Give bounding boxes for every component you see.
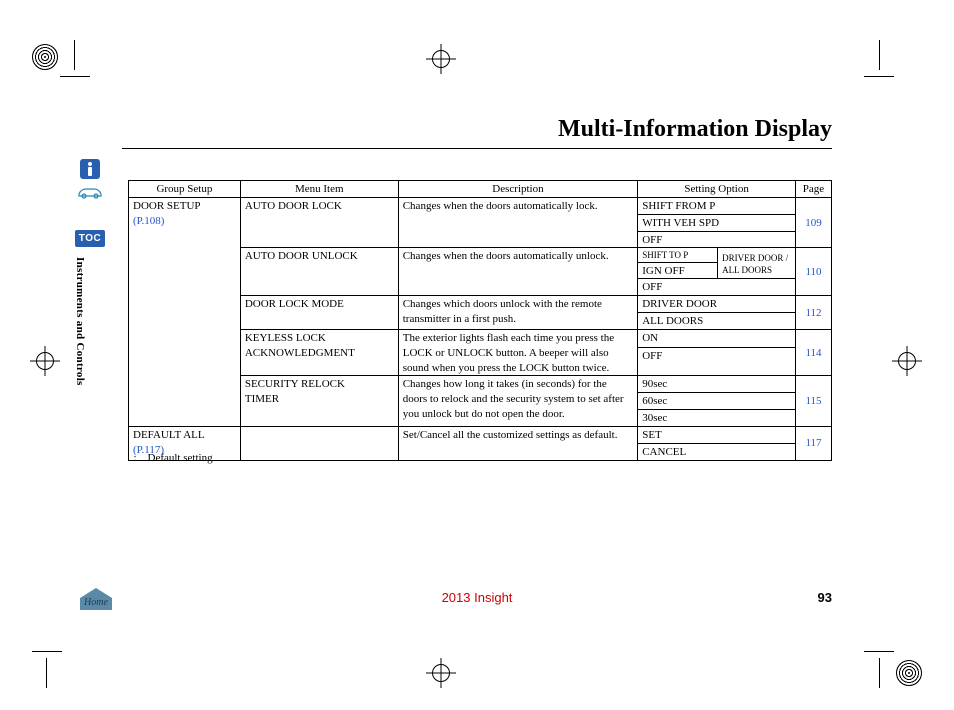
home-button[interactable]: Home — [76, 586, 116, 612]
opt: ON — [638, 329, 796, 348]
opt: DRIVER DOOR / ALL DOORS — [718, 248, 796, 279]
desc-security-relock: Changes how long it takes (in seconds) f… — [398, 376, 638, 427]
section-label: Instruments and Controls — [74, 257, 86, 397]
settings-table: Group Setup Menu Item Description Settin… — [128, 180, 832, 461]
item-keyless-ack: KEYLESS LOCK ACKNOWLEDGMENT — [240, 329, 398, 376]
col-page: Page — [795, 181, 831, 198]
opt: 30sec — [638, 410, 796, 427]
opt: SHIFT TO P — [638, 248, 718, 262]
registration-mark-icon — [896, 660, 922, 686]
item-auto-door-lock: AUTO DOOR LOCK — [240, 197, 398, 248]
opt: DRIVER DOOR — [638, 296, 796, 313]
item-security-relock: SECURITY RELOCK TIMER — [240, 376, 398, 427]
cross-mark-icon — [896, 350, 918, 372]
page-link-112[interactable]: 112 — [805, 307, 821, 319]
item-door-lock-mode: DOOR LOCK MODE — [240, 296, 398, 330]
crop-mark-icon — [60, 40, 100, 80]
opt: 60sec — [638, 393, 796, 410]
opt: CANCEL — [638, 443, 796, 460]
crop-mark-icon — [854, 648, 894, 688]
item-empty — [240, 426, 398, 460]
desc-door-lock-mode: Changes which doors unlock with the remo… — [398, 296, 638, 330]
desc-auto-door-lock: Changes when the doors automatically loc… — [398, 197, 638, 248]
car-icon[interactable] — [76, 184, 104, 200]
title-divider — [122, 148, 832, 149]
crop-mark-icon — [854, 40, 894, 80]
cross-mark-icon — [430, 662, 452, 684]
opt: SHIFT FROM P — [638, 197, 796, 214]
footer-model: 2013 Insight — [0, 590, 954, 605]
svg-text:Home: Home — [83, 597, 108, 608]
opt: IGN OFF — [638, 262, 718, 279]
page-title: Multi-Information Display — [558, 116, 832, 143]
page-link-109[interactable]: 109 — [805, 217, 822, 229]
group-door-setup: DOOR SETUP — [133, 200, 201, 212]
item-auto-door-unlock: AUTO DOOR UNLOCK — [240, 248, 398, 296]
opt: ALL DOORS — [638, 313, 796, 330]
col-desc: Description — [398, 181, 638, 198]
footnote: : Default setting — [128, 452, 213, 464]
toc-button[interactable]: TOC — [75, 230, 105, 247]
opt: OFF — [638, 348, 796, 376]
registration-mark-icon — [32, 44, 58, 70]
opt: 90sec — [638, 376, 796, 393]
group-default-all: DEFAULT ALL — [133, 429, 205, 441]
opt: OFF — [638, 231, 796, 248]
cross-mark-icon — [430, 48, 452, 70]
col-item: Menu Item — [240, 181, 398, 198]
page-number: 93 — [818, 590, 832, 605]
opt: SET — [638, 426, 796, 443]
page-link-114[interactable]: 114 — [805, 347, 821, 359]
desc-keyless-ack: The exterior lights flash each time you … — [398, 329, 638, 376]
col-group: Group Setup — [129, 181, 241, 198]
crop-mark-icon — [32, 648, 72, 688]
col-option: Setting Option — [638, 181, 796, 198]
opt: WITH VEH SPD — [638, 214, 796, 231]
page-link-117[interactable]: 117 — [805, 437, 821, 449]
info-icon[interactable] — [79, 158, 101, 180]
group-door-setup-ref[interactable]: (P.108) — [133, 215, 164, 227]
page-link-110[interactable]: 110 — [805, 266, 821, 278]
desc-default-all: Set/Cancel all the customized settings a… — [398, 426, 638, 460]
desc-auto-door-unlock: Changes when the doors automatically unl… — [398, 248, 638, 296]
page-link-115[interactable]: 115 — [805, 395, 821, 407]
cross-mark-icon — [34, 350, 56, 372]
opt: OFF — [638, 279, 796, 296]
